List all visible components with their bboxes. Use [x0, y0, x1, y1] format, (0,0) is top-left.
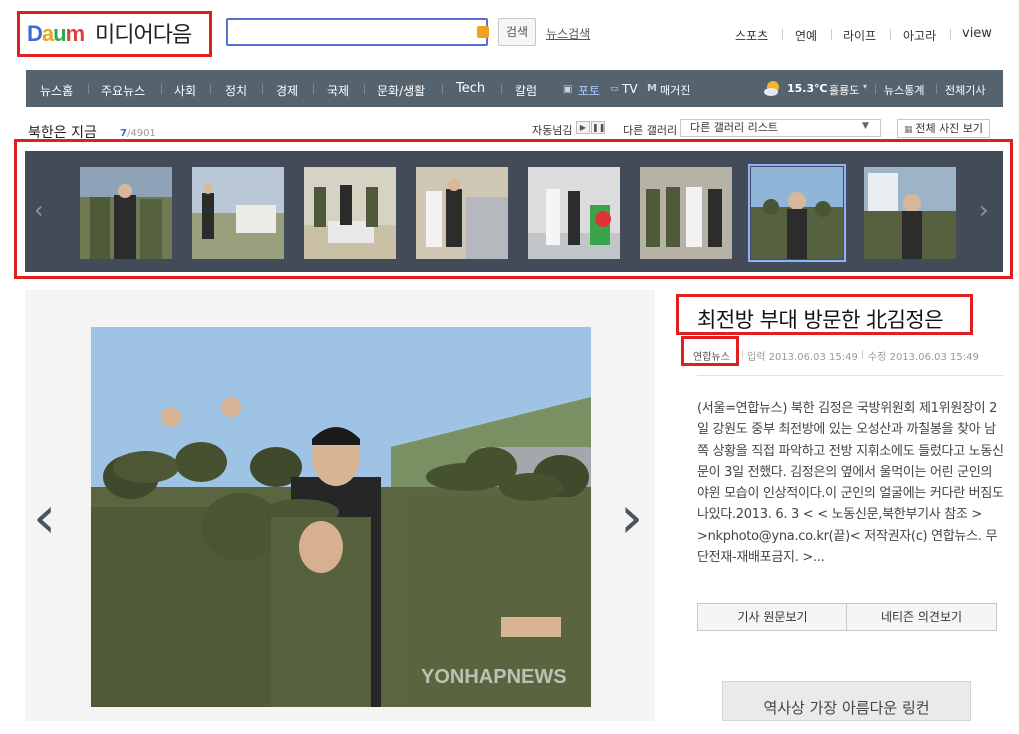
nav-divider — [210, 84, 211, 94]
nav-economy[interactable]: 경제 — [276, 82, 298, 99]
gallery-total: /4901 — [126, 128, 156, 139]
nav-tech[interactable]: Tech — [456, 81, 485, 96]
divider — [831, 29, 832, 40]
gallery-current-index: 7 — [120, 128, 127, 139]
meta-divider — [862, 350, 863, 359]
divider — [697, 375, 1003, 376]
photo-icon: ▣ — [563, 84, 573, 95]
article-body: (서울=연합뉴스) 북한 김정은 국방위원회 제1위원장이 2일 강원도 중부 … — [697, 401, 1004, 566]
gallery-thumbnail[interactable] — [640, 167, 732, 259]
nav-main-news[interactable]: 주요뉴스 — [101, 82, 145, 99]
news-search-link[interactable]: 뉴스검색 — [546, 25, 590, 42]
top-link-entertainment[interactable]: 연예 — [795, 27, 817, 44]
search-dropdown-icon[interactable] — [477, 26, 489, 38]
gallery-thumbnail[interactable] — [416, 167, 508, 259]
top-link-sports[interactable]: 스포츠 — [735, 27, 768, 44]
logo-media-text: 미디어다음 — [95, 23, 192, 48]
top-link-agora[interactable]: 아고라 — [903, 27, 936, 44]
nav-news-stats[interactable]: 뉴스통계 — [884, 82, 924, 98]
nav-society[interactable]: 사회 — [174, 82, 196, 99]
daum-logo[interactable]: Daum 미디어다음 — [17, 11, 212, 57]
article-source[interactable]: 연합뉴스 — [693, 348, 730, 363]
search-button[interactable]: 검색 — [498, 18, 536, 46]
nav-international[interactable]: 국제 — [327, 82, 349, 99]
autoplay-label: 자동넘김 — [532, 124, 573, 137]
strip-next-arrow-icon[interactable]: › — [979, 196, 989, 224]
chevron-down-icon[interactable]: ▼ — [862, 121, 869, 131]
view-comments-button[interactable]: 네티즌 의견보기 — [846, 603, 997, 631]
view-original-article-button[interactable]: 기사 원문보기 — [697, 603, 848, 631]
other-gallery-select[interactable]: 다른 갤러리 리스트 — [680, 119, 881, 137]
article-input-time: 입력 2013.06.03 15:49 — [747, 352, 858, 363]
nav-divider — [364, 84, 365, 94]
divider — [890, 29, 891, 40]
grid-icon: ▦ — [903, 125, 916, 135]
gallery-thumbnail[interactable] — [304, 167, 396, 259]
gallery-thumbnail-selected[interactable] — [748, 164, 846, 262]
gallery-thumbnail[interactable] — [864, 167, 956, 259]
nav-divider — [936, 84, 937, 94]
all-photos-label: 전체 사진 보기 — [915, 122, 984, 135]
article-edit-time: 수정 2013.06.03 15:49 — [868, 352, 979, 363]
nav-divider — [262, 84, 263, 94]
ad-banner[interactable]: 역사상 가장 아름다운 링컨 — [722, 681, 971, 721]
nav-divider — [161, 84, 162, 94]
nav-divider — [442, 84, 443, 94]
gallery-thumbnail[interactable] — [192, 167, 284, 259]
nav-politics[interactable]: 정치 — [225, 82, 247, 99]
nav-divider — [313, 84, 314, 94]
main-photo: YONHAPNEWS — [91, 327, 591, 707]
chevron-down-icon[interactable]: ▾ — [863, 82, 867, 91]
other-gallery-label: 다른 갤러리 — [623, 124, 678, 137]
nav-culture[interactable]: 문화/생활 — [377, 82, 425, 99]
top-link-view[interactable]: view — [962, 26, 992, 41]
gallery-thumbnail[interactable] — [528, 167, 620, 259]
weather-location[interactable]: 홀룡도 — [829, 82, 859, 98]
gallery-thumbnail[interactable] — [80, 167, 172, 259]
top-link-life[interactable]: 라이프 — [843, 27, 876, 44]
divider — [782, 29, 783, 40]
photo-watermark: YONHAPNEWS — [421, 666, 567, 688]
magazine-icon: M — [647, 83, 657, 94]
nav-news-home[interactable]: 뉴스홈 — [40, 82, 73, 99]
weather-temperature: 15.3℃ — [787, 82, 828, 95]
pause-button[interactable]: ❚❚ — [591, 121, 605, 134]
nav-column[interactable]: 칼럼 — [515, 82, 537, 99]
all-photos-button[interactable]: ▦ 전체 사진 보기 — [897, 119, 990, 138]
weather-sun-icon — [763, 79, 781, 97]
strip-prev-arrow-icon[interactable]: ‹ — [34, 196, 44, 224]
divider — [950, 29, 951, 40]
article-headline: 최전방 부대 방문한 北김정은 — [697, 308, 944, 332]
nav-divider — [501, 84, 502, 94]
nav-all-articles[interactable]: 전체기사 — [945, 82, 985, 98]
gallery-counter: 7/4901 — [120, 128, 156, 139]
search-input[interactable] — [226, 18, 488, 46]
nav-photo[interactable]: 포토 — [578, 82, 600, 99]
main-nav-bar: 뉴스홈 주요뉴스 사회 정치 경제 국제 문화/생활 Tech 칼럼 ▣ 포토 … — [26, 70, 1003, 107]
tv-icon: ▭ — [610, 84, 619, 94]
photo-next-arrow-icon[interactable]: › — [620, 488, 643, 546]
play-button[interactable]: ▶ — [576, 121, 590, 134]
nav-divider — [88, 84, 89, 94]
meta-divider — [742, 350, 743, 359]
photo-prev-arrow-icon[interactable]: ‹ — [33, 488, 56, 546]
logo-daum-text: Daum — [27, 21, 85, 46]
nav-tv[interactable]: TV — [622, 82, 638, 96]
nav-divider — [875, 84, 876, 94]
nav-magazine[interactable]: 매거진 — [660, 82, 690, 98]
